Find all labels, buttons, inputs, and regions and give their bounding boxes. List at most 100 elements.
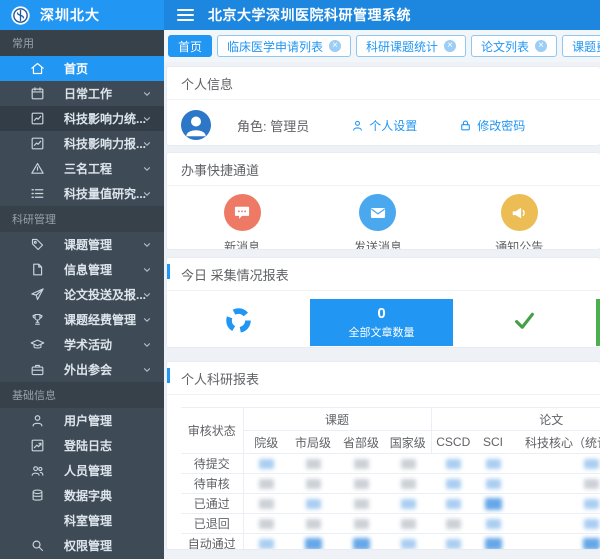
- quick-item-new-message[interactable]: 新消息: [224, 194, 261, 250]
- sidebar-item-data-dictionary[interactable]: 数据字典: [0, 483, 164, 508]
- blurred-value: [486, 519, 501, 529]
- sidebar-item-project-mgmt[interactable]: 课题管理: [0, 232, 164, 257]
- table-cell: [431, 534, 475, 551]
- close-icon[interactable]: ×: [444, 40, 456, 52]
- row-label: 待提交: [181, 454, 243, 474]
- close-icon[interactable]: ×: [329, 40, 341, 52]
- table-cell: [337, 514, 385, 534]
- tab-clinical-apps[interactable]: 临床医学申请列表×: [217, 35, 351, 57]
- avatar: [181, 110, 211, 140]
- sidebar-item-permission-mgmt[interactable]: 权限管理: [0, 533, 164, 558]
- sidebar-item-label: 科技影响力报...: [64, 135, 146, 152]
- sidebar-item-tech-impact-report[interactable]: 科技影响力报...: [0, 131, 164, 156]
- stat-label: 全部文章数量: [349, 324, 415, 340]
- blurred-value: [584, 479, 599, 489]
- sidebar-item-personnel-mgmt[interactable]: 人员管理: [0, 458, 164, 483]
- column-header: 国家级: [385, 431, 431, 454]
- chevron-down-icon: [142, 264, 152, 274]
- tab-bar: 首页临床医学申请列表×科研课题统计×论文列表×课题费用报表×用户列表×: [164, 30, 600, 62]
- column-header: CSCD: [431, 431, 475, 454]
- blurred-value: [259, 519, 274, 529]
- sidebar-item-tech-impact-stats[interactable]: 科技影响力统...: [0, 106, 164, 131]
- table-cell: [511, 494, 600, 514]
- table-cell: [289, 454, 337, 474]
- blurred-value: [306, 499, 321, 509]
- table-cell: [385, 534, 431, 551]
- sidebar-item-department-mgmt[interactable]: 科室管理: [0, 508, 164, 533]
- column-header: 院级: [243, 431, 289, 454]
- panel-title: 今日 采集情况报表: [167, 258, 600, 291]
- table-cell: [475, 534, 511, 551]
- column-header: 省部级: [337, 431, 385, 454]
- personal-settings-link[interactable]: 个人设置: [351, 117, 417, 134]
- sidebar-item-daily-work[interactable]: 日常工作: [0, 81, 164, 106]
- quick-item-label: 发送消息: [354, 238, 402, 250]
- main-area: 首页临床医学申请列表×科研课题统计×论文列表×课题费用报表×用户列表× 个人信息…: [164, 30, 600, 559]
- magnifier-icon: [30, 538, 45, 553]
- log-chart-icon: [30, 438, 45, 453]
- sidebar-item-user-mgmt[interactable]: 用户管理: [0, 408, 164, 433]
- table-cell: [337, 534, 385, 551]
- chevron-down-icon: [142, 314, 152, 324]
- sidebar-item-tech-value-research[interactable]: 科技量值研究...: [0, 181, 164, 206]
- sidebar-section-label: 基础信息: [0, 382, 164, 408]
- sidebar-item-academic-activities[interactable]: 学术活动: [0, 332, 164, 357]
- briefcase-icon: [30, 362, 45, 377]
- change-password-link[interactable]: 修改密码: [459, 117, 525, 134]
- table-cell: [511, 534, 600, 551]
- table-cell: [243, 494, 289, 514]
- blurred-value: [259, 459, 274, 469]
- sidebar-item-conference-travel[interactable]: 外出参会: [0, 357, 164, 382]
- table-cell: [289, 534, 337, 551]
- close-icon[interactable]: ×: [535, 40, 547, 52]
- tag-icon: [30, 237, 45, 252]
- trend-chart-icon: [30, 111, 45, 126]
- sidebar-item-label: 科技影响力统...: [64, 110, 146, 127]
- chevron-down-icon: [142, 188, 152, 198]
- blurred-value: [259, 539, 274, 549]
- research-report-panel: 个人科研报表 审核状态课题论文院级市局级省部级国家级CSCDSCI科技核心（统计…: [166, 361, 600, 550]
- sidebar-item-label: 科技量值研究...: [64, 185, 146, 202]
- sidebar-item-paper-submission[interactable]: 论文投送及报...: [0, 282, 164, 307]
- table-cell: [511, 474, 600, 494]
- menu-toggle-icon[interactable]: [177, 6, 194, 24]
- table-cell: [431, 494, 475, 514]
- sidebar-item-label: 用户管理: [64, 412, 112, 429]
- table-row: 自动通过: [181, 534, 600, 551]
- table-cell: [337, 494, 385, 514]
- brand-text: 深圳北大: [40, 5, 100, 25]
- column-header: SCI: [475, 431, 511, 454]
- tab-paper-list[interactable]: 论文列表 ×: [471, 35, 557, 57]
- quick-item-send-message[interactable]: 发送消息: [354, 194, 402, 250]
- sidebar-item-info-mgmt[interactable]: 信息管理: [0, 257, 164, 282]
- table-cell: [243, 454, 289, 474]
- blurred-value: [446, 459, 461, 469]
- row-label: 已退回: [181, 514, 243, 534]
- blurred-value: [583, 538, 600, 550]
- document-icon: [30, 262, 45, 277]
- table-row: 待提交: [181, 454, 600, 474]
- sidebar-item-project-funds[interactable]: 课题经费管理: [0, 307, 164, 332]
- sidebar-item-login-logs[interactable]: 登陆日志: [0, 433, 164, 458]
- tab-home[interactable]: 首页: [168, 35, 212, 57]
- trend-chart-icon: [30, 136, 45, 151]
- sidebar-item-three-programs[interactable]: 三名工程: [0, 156, 164, 181]
- table-cell: [243, 534, 289, 551]
- blurred-value: [354, 499, 369, 509]
- tab-label: 论文列表: [481, 38, 529, 55]
- tab-project-stats[interactable]: 科研课题统计×: [356, 35, 466, 57]
- blurred-value: [486, 459, 501, 469]
- sidebar-section-label: 常用: [0, 30, 164, 56]
- table-cell: [431, 454, 475, 474]
- stat-tile-article-count: 0全部文章数量: [310, 299, 453, 346]
- blurred-value: [584, 499, 599, 509]
- tab-project-fees[interactable]: 课题费用报表×: [562, 35, 600, 57]
- blurred-value: [259, 479, 274, 489]
- mail-icon: [359, 194, 396, 231]
- blurred-value: [446, 499, 461, 509]
- lock-icon: [459, 119, 472, 132]
- blurred-value: [306, 459, 321, 469]
- sidebar-item-home[interactable]: 首页: [0, 56, 164, 81]
- sidebar-section-label: 科研管理: [0, 206, 164, 232]
- quick-item-notice[interactable]: 通知公告: [495, 194, 543, 250]
